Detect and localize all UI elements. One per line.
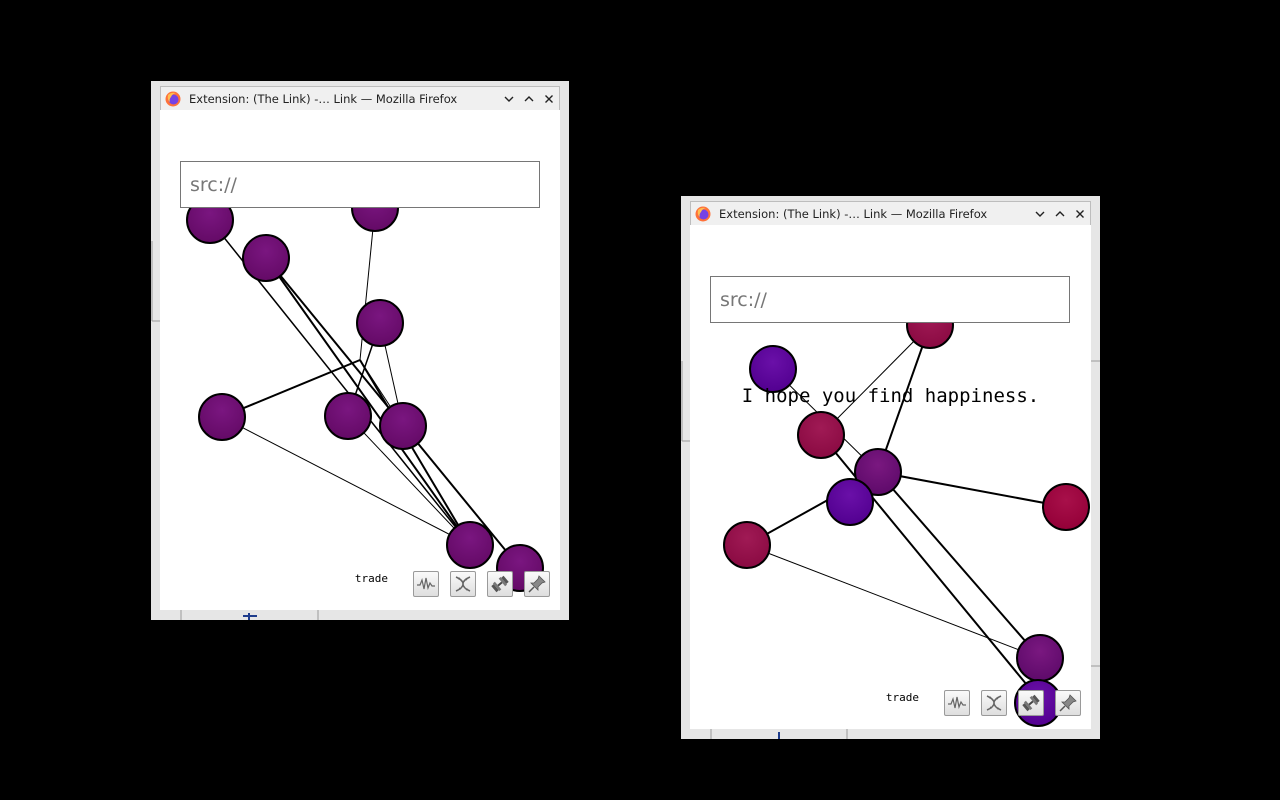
chevron-down-icon — [1035, 211, 1045, 217]
dna-icon — [455, 576, 471, 592]
graph-edges — [746, 324, 1067, 703]
close-button[interactable] — [1070, 204, 1090, 224]
dumbbell-icon — [1022, 694, 1040, 712]
close-icon — [1076, 209, 1084, 218]
firefox-icon — [695, 206, 711, 221]
maximize-button[interactable] — [1050, 204, 1070, 224]
graph-node — [1042, 483, 1090, 531]
graph-node — [797, 411, 845, 459]
firefox-icon — [165, 91, 181, 106]
dumbbell-icon — [491, 575, 509, 593]
message-text: I hope you find happiness. — [741, 385, 1040, 407]
pin-button[interactable] — [524, 571, 550, 597]
waveform-icon — [417, 577, 435, 591]
src-url-input[interactable] — [710, 276, 1070, 323]
graph-node — [198, 393, 246, 441]
graph-node — [379, 402, 427, 450]
popup-content: I hope you find happiness. trade — [690, 225, 1091, 729]
trade-label: trade — [885, 690, 919, 704]
graph-node — [242, 234, 290, 282]
graph-nodes[interactable] — [723, 301, 1090, 727]
bottom-toolbar: trade — [355, 571, 550, 597]
pin-icon — [1059, 694, 1077, 712]
graph-node — [826, 478, 874, 526]
window-title: Extension: (The Link) -… Link — Mozilla … — [189, 91, 458, 106]
trade-label: trade — [354, 571, 388, 585]
src-url-input[interactable] — [180, 161, 540, 208]
chevron-up-icon — [524, 95, 534, 101]
window-titlebar[interactable]: Extension: (The Link) -… Link — Mozilla … — [690, 201, 1091, 225]
graph-node — [723, 521, 771, 569]
waveform-button[interactable] — [944, 690, 970, 716]
window-titlebar[interactable]: Extension: (The Link) -… Link — Mozilla … — [160, 86, 560, 110]
close-icon — [545, 94, 553, 103]
window-title: Extension: (The Link) -… Link — Mozilla … — [719, 206, 988, 221]
graph-node — [324, 392, 372, 440]
pin-button[interactable] — [1055, 690, 1081, 716]
chevron-down-icon — [504, 96, 514, 102]
minimize-button[interactable] — [499, 89, 519, 109]
minimize-button[interactable] — [1030, 204, 1050, 224]
popup-content: trade — [160, 110, 560, 610]
dna-icon — [986, 695, 1002, 711]
pin-icon — [528, 575, 546, 593]
dna-button[interactable] — [981, 690, 1007, 716]
dumbbell-button[interactable] — [487, 571, 513, 597]
extension-popup-window-2: Extension: (The Link) -… Link — Mozilla … — [681, 196, 1100, 739]
dumbbell-button[interactable] — [1018, 690, 1044, 716]
extension-popup-window-1: Extension: (The Link) -… Link — Mozilla … — [151, 81, 569, 620]
bottom-toolbar: trade — [886, 690, 1081, 716]
maximize-button[interactable] — [519, 89, 539, 109]
graph-node — [356, 299, 404, 347]
dna-button[interactable] — [450, 571, 476, 597]
waveform-button[interactable] — [413, 571, 439, 597]
graph-node — [1016, 634, 1064, 682]
chevron-up-icon — [1055, 210, 1065, 216]
close-button[interactable] — [539, 89, 559, 109]
waveform-icon — [948, 696, 966, 710]
graph-node — [446, 521, 494, 569]
